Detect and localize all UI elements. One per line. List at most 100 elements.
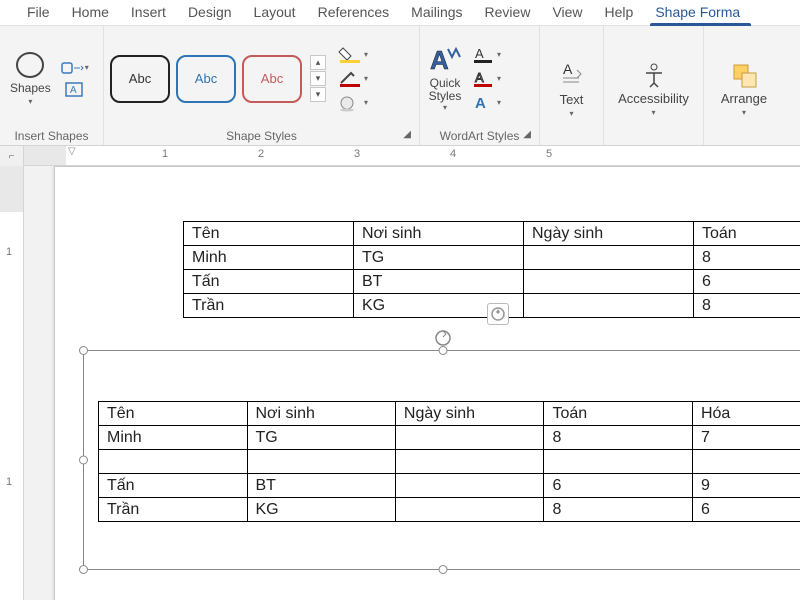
- resize-handle-sw[interactable]: [79, 565, 88, 574]
- cell[interactable]: [395, 426, 544, 450]
- text-box-button[interactable]: A: [59, 80, 91, 100]
- shape-fill-button[interactable]: ▾: [336, 44, 370, 66]
- shape-styles-dialog-launcher-icon[interactable]: ◢: [403, 129, 411, 140]
- tab-references[interactable]: References: [307, 0, 401, 25]
- gallery-up-icon[interactable]: ▴: [310, 55, 326, 70]
- cell[interactable]: KG: [247, 498, 395, 522]
- shape-effects-button[interactable]: ▾: [336, 92, 370, 114]
- resize-handle-nw[interactable]: [79, 346, 88, 355]
- text-direction-button[interactable]: A Text ▾: [549, 54, 595, 118]
- table-row[interactable]: Tấn BT 6: [184, 270, 800, 294]
- cell[interactable]: Tên: [184, 222, 354, 246]
- cell[interactable]: [524, 270, 694, 294]
- shapes-gallery-button[interactable]: Shapes ▾: [6, 49, 55, 108]
- ruler-mark: 1: [6, 246, 12, 258]
- cell[interactable]: Tấn: [184, 270, 354, 294]
- cell[interactable]: Trần: [99, 498, 248, 522]
- cell[interactable]: 8: [694, 294, 800, 318]
- table-row[interactable]: Tên Nơi sinh Ngày sinh Toán Hóa: [99, 402, 800, 426]
- cell[interactable]: [692, 450, 800, 474]
- cell[interactable]: Minh: [99, 426, 248, 450]
- table-row[interactable]: Minh TG 8 7: [99, 426, 800, 450]
- cell[interactable]: [395, 450, 544, 474]
- cell[interactable]: [544, 450, 693, 474]
- cell[interactable]: Ngày sinh: [524, 222, 694, 246]
- style-gallery-scroll[interactable]: ▴ ▾ ▾: [310, 55, 326, 102]
- tab-review[interactable]: Review: [474, 0, 542, 25]
- tab-home[interactable]: Home: [61, 0, 120, 25]
- cell[interactable]: BT: [354, 270, 524, 294]
- shape-style-preset-2[interactable]: Abc: [176, 55, 236, 103]
- tab-file[interactable]: File: [16, 0, 61, 25]
- cell[interactable]: TG: [354, 246, 524, 270]
- text-fill-button[interactable]: A▾: [470, 44, 504, 66]
- tab-layout[interactable]: Layout: [243, 0, 307, 25]
- shape-outline-button[interactable]: ▾: [336, 68, 370, 90]
- resize-handle-s[interactable]: [439, 565, 448, 574]
- table-row[interactable]: Tấn BT 6 9: [99, 474, 800, 498]
- tab-shape-format[interactable]: Shape Forma: [644, 0, 751, 25]
- cell[interactable]: Ngày sinh: [395, 402, 544, 426]
- shape-style-preset-1[interactable]: Abc: [110, 55, 170, 103]
- group-accessibility: Accessibility ▾: [604, 26, 704, 145]
- accessibility-button[interactable]: Accessibility ▾: [608, 55, 699, 117]
- tab-help[interactable]: Help: [594, 0, 645, 25]
- text-outline-button[interactable]: A▾: [470, 68, 504, 90]
- cell[interactable]: BT: [247, 474, 395, 498]
- selected-text-box[interactable]: Tên Nơi sinh Ngày sinh Toán Hóa Minh TG …: [83, 350, 800, 570]
- cell[interactable]: 8: [694, 246, 800, 270]
- gallery-down-icon[interactable]: ▾: [310, 71, 326, 86]
- table-2[interactable]: Tên Nơi sinh Ngày sinh Toán Hóa Minh TG …: [98, 401, 800, 522]
- cell[interactable]: Toán: [694, 222, 800, 246]
- tab-insert[interactable]: Insert: [120, 0, 177, 25]
- page[interactable]: Tên Nơi sinh Ngày sinh Toán Minh TG 8 Tấ…: [54, 166, 800, 600]
- cell[interactable]: [247, 450, 395, 474]
- group-label-insert-shapes: Insert Shapes: [6, 127, 97, 143]
- quick-styles-button[interactable]: A Quick Styles ▾: [428, 45, 462, 112]
- cell[interactable]: TG: [247, 426, 395, 450]
- gallery-more-icon[interactable]: ▾: [310, 87, 326, 102]
- cell[interactable]: [395, 474, 544, 498]
- layout-options-button[interactable]: [487, 303, 509, 325]
- rotate-handle[interactable]: [434, 329, 452, 347]
- table-row[interactable]: [99, 450, 800, 474]
- tab-mailings[interactable]: Mailings: [400, 0, 473, 25]
- tab-view[interactable]: View: [541, 0, 593, 25]
- cell[interactable]: Toán: [544, 402, 693, 426]
- cell[interactable]: Tấn: [99, 474, 248, 498]
- cell[interactable]: Trần: [184, 294, 354, 318]
- arrange-button[interactable]: Arrange ▾: [711, 55, 777, 117]
- edit-shape-button[interactable]: ▾: [59, 58, 91, 78]
- cell[interactable]: 6: [544, 474, 693, 498]
- cell[interactable]: [524, 294, 694, 318]
- wordart-dialog-launcher-icon[interactable]: ◢: [523, 129, 531, 140]
- cell[interactable]: 6: [694, 270, 800, 294]
- cell[interactable]: 8: [544, 498, 693, 522]
- tab-design[interactable]: Design: [177, 0, 243, 25]
- table-row[interactable]: Trần KG 8 6: [99, 498, 800, 522]
- table-row[interactable]: Tên Nơi sinh Ngày sinh Toán: [184, 222, 800, 246]
- cell[interactable]: 8: [544, 426, 693, 450]
- group-label-shape-styles: Shape Styles ◢: [110, 127, 413, 143]
- cell[interactable]: Minh: [184, 246, 354, 270]
- cell[interactable]: [395, 498, 544, 522]
- cell[interactable]: 6: [692, 498, 800, 522]
- shape-effects-icon: [338, 94, 364, 112]
- page-viewport[interactable]: Tên Nơi sinh Ngày sinh Toán Minh TG 8 Tấ…: [24, 166, 800, 600]
- cell[interactable]: 9: [692, 474, 800, 498]
- resize-handle-w[interactable]: [79, 456, 88, 465]
- text-effects-button[interactable]: A▾: [470, 92, 504, 114]
- cell[interactable]: [99, 450, 248, 474]
- cell[interactable]: Nơi sinh: [247, 402, 395, 426]
- indent-marker-icon[interactable]: ▽: [68, 146, 76, 157]
- vertical-ruler[interactable]: 1 1: [0, 166, 24, 600]
- cell[interactable]: Hóa: [692, 402, 800, 426]
- cell[interactable]: Nơi sinh: [354, 222, 524, 246]
- cell[interactable]: [524, 246, 694, 270]
- horizontal-ruler[interactable]: ▽ 1 2 3 4 5: [24, 146, 800, 166]
- cell[interactable]: Tên: [99, 402, 248, 426]
- table-row[interactable]: Minh TG 8: [184, 246, 800, 270]
- resize-handle-n[interactable]: [439, 346, 448, 355]
- shape-style-preset-3[interactable]: Abc: [242, 55, 302, 103]
- cell[interactable]: 7: [692, 426, 800, 450]
